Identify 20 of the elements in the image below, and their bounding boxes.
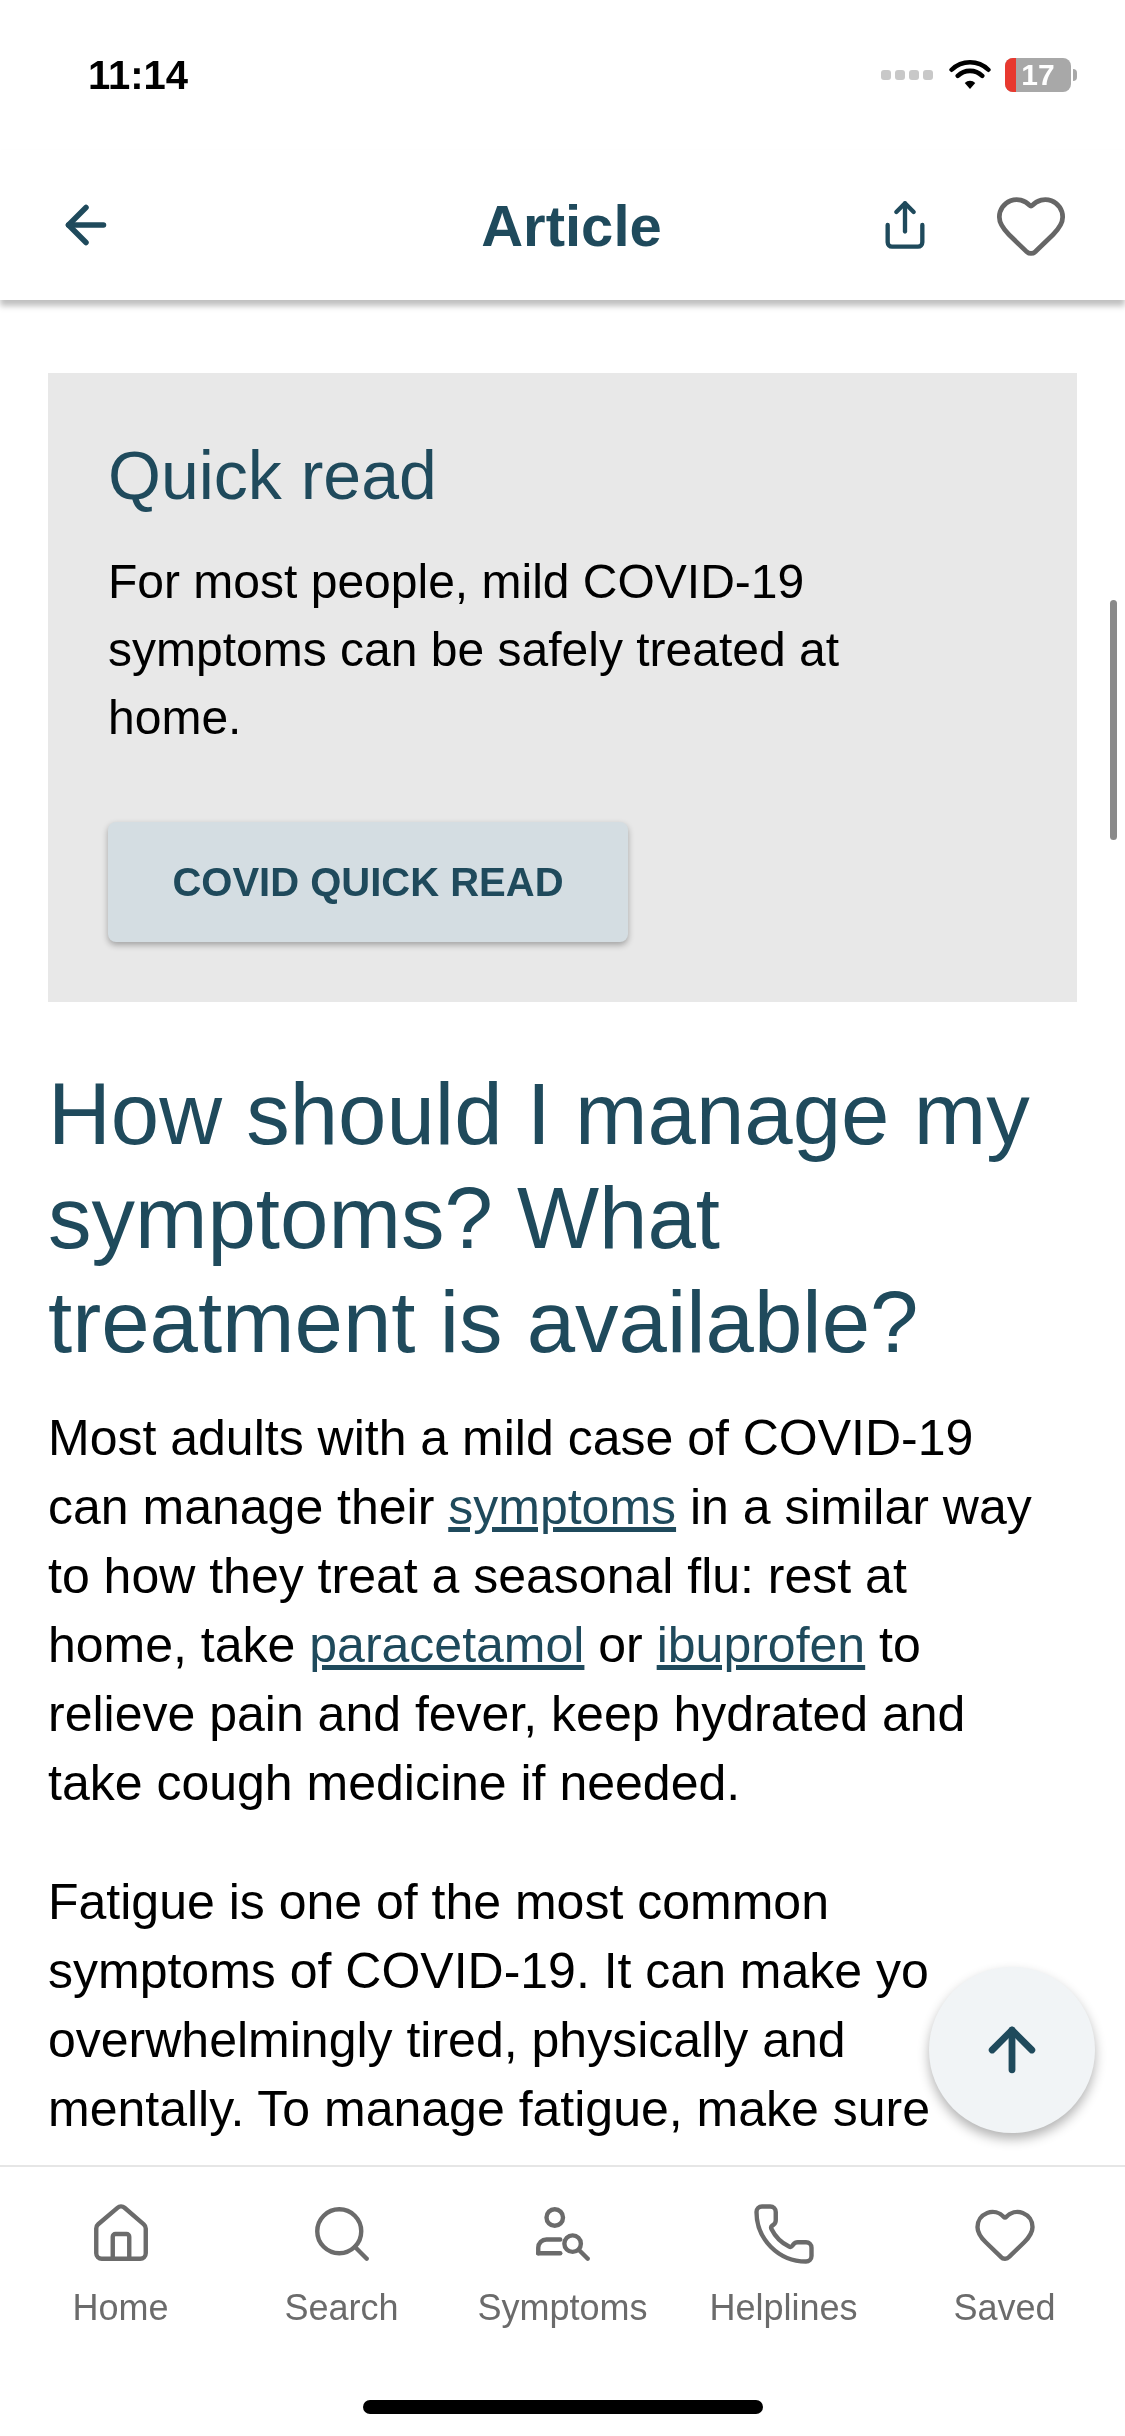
body-paragraph: Fatigue is one of the most common symptoms of COVID-19. It can make yo overwhelmingly tired, physically and mentally. To manage fatigue, make sure (48, 1873, 930, 2139)
card-text: For most people, mild COVID-19 symptoms can be safely treated at home. (108, 554, 840, 746)
article-link[interactable]: paracetamol (309, 1617, 585, 1673)
quick-read-button[interactable]: COVID QUICK READ (108, 822, 628, 942)
signal-icon (881, 69, 935, 81)
article-link[interactable]: ibuprofen (656, 1617, 866, 1673)
wifi-icon (949, 59, 991, 91)
tab-item[interactable]: Search (236, 2201, 447, 2335)
page-title: Article (481, 191, 662, 260)
card-title: Quick read (108, 436, 438, 515)
section-heading: How should I manage my symptoms? What treatment is available? (48, 1064, 1031, 1372)
tab-item[interactable]: Symptoms (457, 2201, 668, 2335)
battery-indicator: 17 (1005, 58, 1077, 92)
body-paragraph: Most adults with a mild case of COVID-19 can manage their symptoms in a similar way to how they treat a seasonal flu: rest at home, take paracetamol or ibuprofen to relieve pain and fever, keep hydrated and take cough medicine if needed. (48, 1409, 1033, 1813)
status-time: 11:14 (88, 52, 189, 99)
tab-item[interactable]: Helplines (678, 2201, 889, 2335)
tab-item[interactable]: Home (15, 2201, 226, 2335)
scroll-to-top-button[interactable] (929, 1967, 1095, 2133)
article-link[interactable]: symptoms (448, 1479, 677, 1535)
tab-item[interactable]: Saved (899, 2201, 1110, 2335)
